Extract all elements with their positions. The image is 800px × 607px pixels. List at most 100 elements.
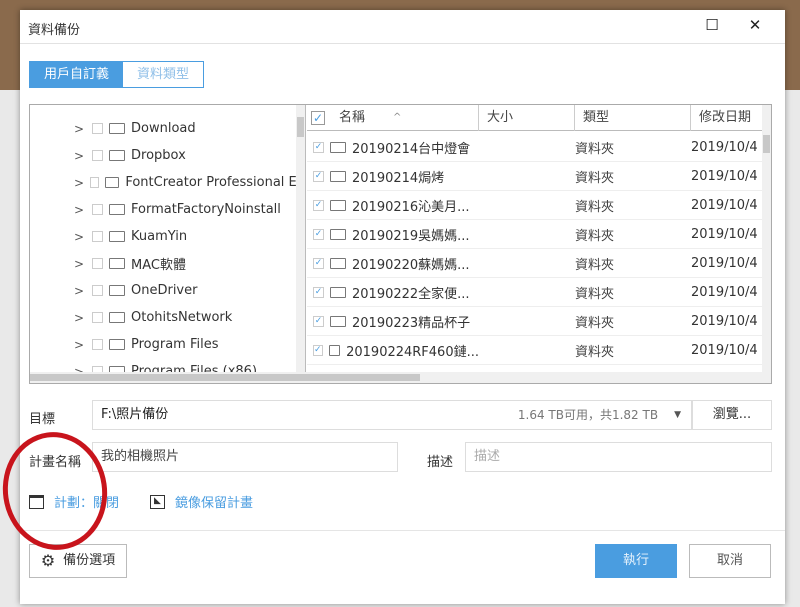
row-date: 2019/10/4 bbox=[691, 284, 758, 300]
maximize-icon[interactable]: ☐ bbox=[700, 16, 724, 38]
tree-scrollbar[interactable] bbox=[296, 105, 305, 373]
col-name[interactable]: 名稱 bbox=[339, 105, 365, 131]
folder-tree: > Download > Dropbox > FontCreator Profession… bbox=[30, 105, 306, 373]
tree-item[interactable]: > FormatFactoryNoinstall bbox=[30, 196, 305, 223]
folder-icon bbox=[109, 285, 125, 296]
tree-item-label: OtohitsNetwork bbox=[131, 310, 233, 325]
row-checkbox[interactable]: ✓ bbox=[313, 141, 324, 153]
folder-icon bbox=[330, 141, 346, 153]
tree-item[interactable]: > KuamYin bbox=[30, 223, 305, 250]
row-name: 20190220蘇媽媽... bbox=[352, 257, 470, 273]
table-row[interactable]: ✓ 20190223精品杯子 資料夾 2019/10/4 bbox=[307, 307, 771, 336]
col-date[interactable]: 修改日期 bbox=[691, 105, 761, 131]
row-name: 20190224RF460鏈... bbox=[346, 344, 479, 360]
run-button[interactable]: 執行 bbox=[595, 544, 677, 578]
table-row[interactable]: ✓ 20190219吳媽媽... 資料夾 2019/10/4 bbox=[307, 220, 771, 249]
file-list: ✓ 名稱 ^ 大小 類型 修改日期 ✓ 20190214台中燈會 資料夾 2019/10/… bbox=[307, 105, 771, 373]
row-checkbox[interactable]: ✓ bbox=[313, 344, 323, 356]
target-select[interactable]: F:\照片備份 1.64 TB可用，共1.82 TB ▼ bbox=[92, 400, 692, 430]
row-date: 2019/10/4 bbox=[691, 342, 758, 358]
folder-icon bbox=[109, 339, 125, 350]
chevron-right-icon[interactable]: > bbox=[74, 122, 88, 136]
tree-checkbox[interactable] bbox=[92, 312, 103, 323]
table-row[interactable]: ✓ 20190216沁美月... 資料夾 2019/10/4 bbox=[307, 191, 771, 220]
description-input[interactable]: 描述 bbox=[465, 442, 772, 472]
plan-name-input[interactable]: 我的相機照片 bbox=[92, 442, 398, 472]
tree-item[interactable]: > OtohitsNetwork bbox=[30, 304, 305, 331]
table-row[interactable]: ✓ 20190222全家便... 資料夾 2019/10/4 bbox=[307, 278, 771, 307]
row-type: 資料夾 bbox=[575, 199, 615, 215]
chevron-right-icon[interactable]: > bbox=[74, 176, 86, 190]
tree-item[interactable]: > MAC軟體 bbox=[30, 250, 305, 277]
row-type: 資料夾 bbox=[575, 141, 615, 157]
tree-item-label: MAC軟體 bbox=[131, 258, 186, 273]
col-type[interactable]: 類型 bbox=[575, 105, 691, 131]
table-row[interactable]: ✓ 20190214焗烤 資料夾 2019/10/4 bbox=[307, 162, 771, 191]
table-row[interactable]: ✓ 20190224RF460鏈... 資料夾 2019/10/4 bbox=[307, 336, 771, 365]
row-type: 資料夾 bbox=[575, 344, 615, 360]
row-checkbox[interactable]: ✓ bbox=[313, 286, 324, 298]
row-checkbox[interactable]: ✓ bbox=[313, 257, 324, 269]
folder-icon bbox=[330, 228, 346, 240]
chevron-right-icon[interactable]: > bbox=[74, 338, 88, 352]
col-size[interactable]: 大小 bbox=[479, 105, 575, 131]
backup-options-label: 備份選項 bbox=[63, 553, 116, 568]
row-type: 資料夾 bbox=[575, 315, 615, 331]
image-retention-link[interactable]: ◣ 鏡像保留計畫 bbox=[150, 492, 253, 511]
backup-dialog: 資料備份 ☐ ✕ 用戶自訂義 資料類型 > Download > Dropbox > Fo… bbox=[20, 10, 785, 604]
row-type: 資料夾 bbox=[575, 170, 615, 186]
tree-checkbox[interactable] bbox=[92, 204, 103, 215]
list-scrollbar[interactable] bbox=[762, 105, 771, 373]
row-name: 20190222全家便... bbox=[352, 286, 470, 302]
tree-checkbox[interactable] bbox=[89, 177, 100, 188]
tab-data-type[interactable]: 資料類型 bbox=[123, 62, 204, 87]
tree-checkbox[interactable] bbox=[92, 339, 103, 350]
tree-item[interactable]: > Download bbox=[30, 115, 305, 142]
folder-icon bbox=[328, 344, 341, 356]
tree-checkbox[interactable] bbox=[92, 258, 103, 269]
target-label: 目標 bbox=[29, 412, 56, 427]
tree-item-label: FontCreator Professional Ed bbox=[125, 175, 306, 190]
tree-item[interactable]: > FontCreator Professional Ed bbox=[30, 169, 305, 196]
tree-item[interactable]: > OneDriver bbox=[30, 277, 305, 304]
select-all-checkbox[interactable]: ✓ bbox=[311, 110, 325, 125]
tree-item[interactable]: > Dropbox bbox=[30, 142, 305, 169]
tab-custom[interactable]: 用戶自訂義 bbox=[30, 62, 124, 87]
chevron-right-icon[interactable]: > bbox=[74, 257, 88, 271]
chevron-right-icon[interactable]: > bbox=[74, 203, 88, 217]
table-row[interactable]: ✓ 20190220蘇媽媽... 資料夾 2019/10/4 bbox=[307, 249, 771, 278]
row-checkbox[interactable]: ✓ bbox=[313, 315, 324, 327]
folder-icon bbox=[330, 199, 346, 211]
tree-checkbox[interactable] bbox=[92, 231, 103, 242]
tree-checkbox[interactable] bbox=[92, 285, 103, 296]
backup-options-button[interactable]: ⚙ 備份選項 bbox=[29, 544, 127, 578]
image-icon: ◣ bbox=[150, 494, 165, 509]
row-checkbox[interactable]: ✓ bbox=[313, 199, 324, 211]
row-date: 2019/10/4 bbox=[691, 313, 758, 329]
row-name: 20190214台中燈會 bbox=[352, 141, 471, 157]
horizontal-scrollbar[interactable] bbox=[30, 372, 771, 383]
row-name: 20190214焗烤 bbox=[352, 170, 445, 186]
tab-bar: 用戶自訂義 資料類型 bbox=[29, 61, 205, 88]
folder-icon bbox=[109, 258, 125, 269]
chevron-right-icon[interactable]: > bbox=[74, 230, 88, 244]
tree-checkbox[interactable] bbox=[92, 123, 103, 134]
table-row[interactable]: ✓ 20190214台中燈會 資料夾 2019/10/4 bbox=[307, 133, 771, 162]
tree-item-label: Download bbox=[131, 121, 196, 136]
dropdown-arrow-icon[interactable]: ▼ bbox=[674, 401, 681, 429]
chevron-right-icon[interactable]: > bbox=[74, 149, 88, 163]
close-icon[interactable]: ✕ bbox=[743, 16, 767, 38]
tree-item[interactable]: > Program Files bbox=[30, 331, 305, 358]
row-date: 2019/10/4 bbox=[691, 226, 758, 242]
chevron-right-icon[interactable]: > bbox=[74, 311, 88, 325]
chevron-right-icon[interactable]: > bbox=[74, 284, 88, 298]
folder-icon bbox=[330, 315, 346, 327]
browse-button[interactable]: 瀏覽... bbox=[692, 400, 772, 430]
row-checkbox[interactable]: ✓ bbox=[313, 170, 324, 182]
tree-checkbox[interactable] bbox=[92, 150, 103, 161]
cancel-button[interactable]: 取消 bbox=[689, 544, 771, 578]
tree-item[interactable]: > Program Files (x86) bbox=[30, 358, 305, 373]
row-checkbox[interactable]: ✓ bbox=[313, 228, 324, 240]
row-type: 資料夾 bbox=[575, 257, 615, 273]
list-header: ✓ 名稱 ^ 大小 類型 修改日期 bbox=[307, 105, 771, 131]
